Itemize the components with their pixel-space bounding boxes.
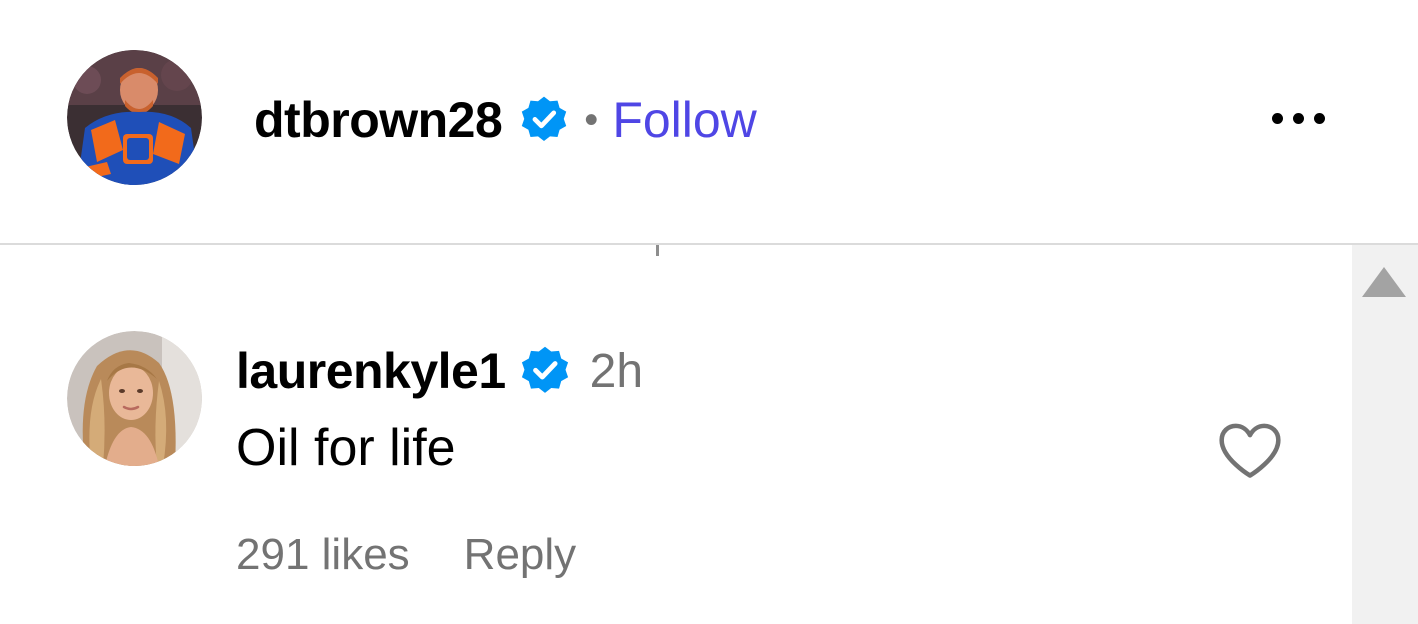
post-author-row: dtbrown28 • Follow (254, 88, 757, 152)
more-dot (1271, 112, 1283, 124)
commenter-username[interactable]: laurenkyle1 (236, 342, 506, 400)
more-dot (1313, 112, 1325, 124)
separator-dot: • (584, 97, 599, 142)
comment-likes-count[interactable]: 291 likes (236, 530, 410, 580)
thread-connector (656, 245, 659, 256)
verified-badge-icon (518, 344, 572, 398)
post-author-username[interactable]: dtbrown28 (254, 91, 503, 149)
comment-meta: 291 likes Reply (236, 530, 576, 580)
comment-header: laurenkyle1 2h (236, 338, 643, 404)
post-header: dtbrown28 • Follow (0, 0, 1418, 244)
header-divider (0, 243, 1418, 245)
comment-timestamp[interactable]: 2h (590, 344, 643, 399)
more-dot (1292, 112, 1304, 124)
commenter-photo (67, 331, 202, 466)
reply-button[interactable]: Reply (464, 530, 577, 580)
scroll-up-arrow-icon[interactable] (1362, 267, 1406, 297)
commenter-avatar[interactable] (67, 331, 202, 466)
comment-text: Oil for life (236, 419, 456, 477)
more-options-icon[interactable] (1258, 96, 1338, 140)
verified-badge-icon (518, 94, 570, 146)
instagram-post-view: dtbrown28 • Follow laurenkyle1 2h Oil fo… (0, 0, 1418, 624)
hockey-player-photo (67, 50, 202, 185)
post-author-avatar[interactable] (67, 50, 202, 185)
comments-scrollbar[interactable] (1352, 245, 1418, 624)
heart-outline-icon[interactable] (1216, 420, 1284, 480)
follow-button[interactable]: Follow (612, 91, 756, 149)
